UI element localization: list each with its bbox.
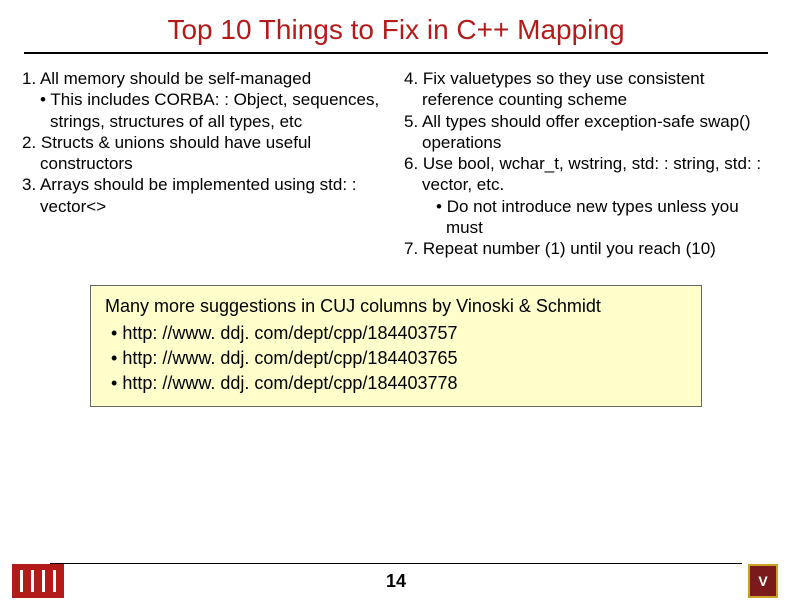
info-box: Many more suggestions in CUJ columns by … <box>90 285 702 407</box>
content-columns: 1. All memory should be self-managed Thi… <box>0 54 792 259</box>
item-3: 3. Arrays should be implemented using st… <box>22 174 388 217</box>
right-column: 4. Fix valuetypes so they use consistent… <box>398 68 770 259</box>
footer-divider <box>50 563 742 564</box>
slide: Top 10 Things to Fix in C++ Mapping 1. A… <box>0 0 792 612</box>
shield-logo-icon: V <box>748 564 778 598</box>
isis-logo-icon <box>12 564 64 598</box>
item-1: 1. All memory should be self-managed <box>22 68 388 89</box>
item-5: 5. All types should offer exception-safe… <box>404 111 770 154</box>
item-6: 6. Use bool, wchar_t, wstring, std: : st… <box>404 153 770 196</box>
item-2: 2. Structs & unions should have useful c… <box>22 132 388 175</box>
item-4: 4. Fix valuetypes so they use consistent… <box>404 68 770 111</box>
box-title: Many more suggestions in CUJ columns by … <box>105 296 687 317</box>
item-7: 7. Repeat number (1) until you reach (10… <box>404 238 770 259</box>
item-6-sub: Do not introduce new types unless you mu… <box>404 196 770 239</box>
slide-title: Top 10 Things to Fix in C++ Mapping <box>0 0 792 52</box>
box-link-1: http: //www. ddj. com/dept/cpp/184403757 <box>105 323 687 344</box>
item-1-sub: This includes CORBA: : Object, sequences… <box>22 89 388 132</box>
left-column: 1. All memory should be self-managed Thi… <box>22 68 398 259</box>
page-number: 14 <box>0 571 792 592</box>
box-link-3: http: //www. ddj. com/dept/cpp/184403778 <box>105 373 687 394</box>
box-link-2: http: //www. ddj. com/dept/cpp/184403765 <box>105 348 687 369</box>
